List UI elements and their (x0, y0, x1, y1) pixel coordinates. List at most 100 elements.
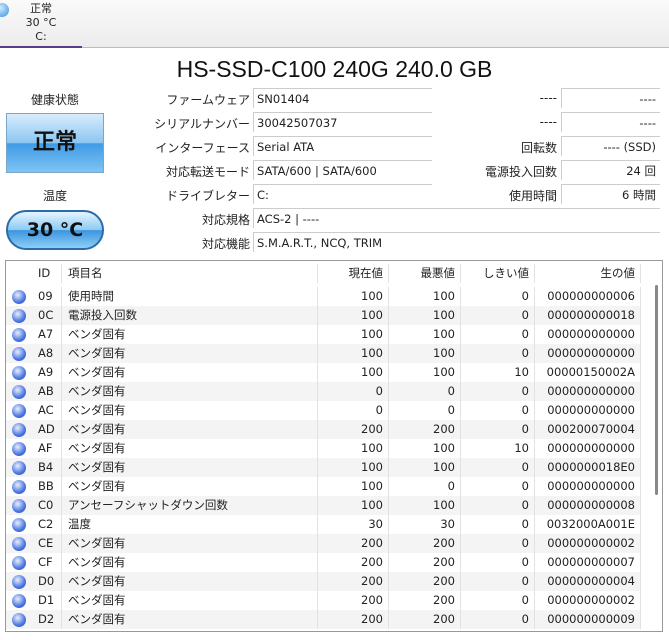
col-worst: 100 (389, 325, 461, 344)
col-id: 0C (33, 306, 62, 325)
col-id-header[interactable]: ID (33, 264, 62, 283)
table-row[interactable]: 0C 電源投入回数 100 100 0 000000000018 (6, 306, 641, 325)
drive-title: HS-SSD-C100 240G 240.0 GB (176, 56, 493, 82)
table-row[interactable]: A9 ベンダ固有 100 100 10 00000150002A (6, 363, 641, 382)
col-name-header[interactable]: 項目名 (63, 264, 318, 283)
col-current: 0 (319, 382, 389, 401)
col-raw: 000000000000 (535, 382, 641, 401)
temperature-badge[interactable]: 30 °C (6, 210, 104, 250)
info-right-value: 24 回 (561, 160, 660, 180)
col-raw: 000000000009 (535, 610, 641, 629)
table-row[interactable]: CE ベンダ固有 200 200 0 000000000002 (6, 534, 641, 553)
col-current: 200 (319, 572, 389, 591)
col-name: ベンダ固有 (63, 325, 318, 344)
info-value: ACS-2 | ---- (253, 208, 660, 228)
info-value: C: (253, 184, 432, 204)
col-id: AC (33, 401, 62, 420)
status-dot-icon (12, 480, 26, 494)
info-right-label: 使用時間 (508, 189, 557, 203)
col-name: ベンダ固有 (63, 572, 318, 591)
col-id: A8 (33, 344, 62, 363)
col-current: 200 (319, 610, 389, 629)
col-worst: 100 (389, 363, 461, 382)
col-worst: 200 (389, 553, 461, 572)
status-dot-icon (12, 499, 26, 513)
col-worst: 30 (389, 515, 461, 534)
col-name: ベンダ固有 (63, 401, 318, 420)
col-worst: 0 (389, 477, 461, 496)
drive-tab-c[interactable]: 正常 30 °C C: (0, 0, 82, 48)
col-id: D0 (33, 572, 62, 591)
table-header: ID 項目名 現在値 最悪値 しきい値 生の値 (6, 264, 641, 283)
col-worst: 200 (389, 610, 461, 629)
col-current: 0 (319, 401, 389, 420)
col-threshold: 0 (461, 287, 535, 306)
col-worst: 100 (389, 287, 461, 306)
table-row[interactable]: C2 温度 30 30 0 0032000A001E (6, 515, 641, 534)
temp-label: 温度 (42, 189, 67, 203)
col-threshold: 0 (461, 458, 535, 477)
col-name: ベンダ固有 (63, 553, 318, 572)
col-raw: 000000000000 (535, 325, 641, 344)
table-row[interactable]: AB ベンダ固有 0 0 0 000000000000 (6, 382, 641, 401)
col-name: ベンダ固有 (63, 477, 318, 496)
col-name: ベンダ固有 (63, 610, 318, 629)
status-dot-icon (12, 290, 26, 304)
col-worst: 100 (389, 458, 461, 477)
table-row[interactable]: BB ベンダ固有 100 0 0 000000000000 (6, 477, 641, 496)
col-id: D2 (33, 610, 62, 629)
table-row[interactable]: A8 ベンダ固有 100 100 0 000000000000 (6, 344, 641, 363)
col-name: ベンダ固有 (63, 363, 318, 382)
status-dot-icon (12, 556, 26, 570)
col-name: ベンダ固有 (63, 344, 318, 363)
col-threshold: 0 (461, 420, 535, 439)
col-id: A9 (33, 363, 62, 382)
col-raw: 000000000018 (535, 306, 641, 325)
col-current-header[interactable]: 現在値 (319, 264, 389, 283)
status-dot-icon (12, 328, 26, 342)
col-threshold: 0 (461, 325, 535, 344)
col-id: C0 (33, 496, 62, 515)
col-name: ベンダ固有 (63, 420, 318, 439)
table-row[interactable]: A7 ベンダ固有 100 100 0 000000000000 (6, 325, 641, 344)
col-raw: 000000000000 (535, 439, 641, 458)
table-row[interactable]: 09 使用時間 100 100 0 000000000006 (6, 287, 641, 306)
col-current: 100 (319, 306, 389, 325)
col-current: 200 (319, 420, 389, 439)
status-dot-icon (12, 309, 26, 323)
col-threshold: 0 (461, 344, 535, 363)
table-row[interactable]: AF ベンダ固有 100 100 10 000000000000 (6, 439, 641, 458)
col-current: 200 (319, 534, 389, 553)
col-worst-header[interactable]: 最悪値 (389, 264, 461, 283)
info-right-label: ---- (539, 115, 557, 129)
health-label: 健康状態 (30, 93, 79, 107)
col-worst: 0 (389, 401, 461, 420)
status-dot-icon (12, 461, 26, 475)
health-status-button[interactable]: 正常 (6, 113, 104, 173)
table-row[interactable]: B4 ベンダ固有 100 100 0 0000000018E0 (6, 458, 641, 477)
table-row[interactable]: AD ベンダ固有 200 200 0 000200070004 (6, 420, 641, 439)
col-threshold-header[interactable]: しきい値 (461, 264, 535, 283)
col-id: CF (33, 553, 62, 572)
col-worst: 100 (389, 496, 461, 515)
table-row[interactable]: D2 ベンダ固有 200 200 0 000000000009 (6, 610, 641, 629)
table-row[interactable]: AC ベンダ固有 0 0 0 000000000000 (6, 401, 641, 420)
table-row[interactable]: D1 ベンダ固有 200 200 0 000000000002 (6, 591, 641, 610)
col-raw: 000000000008 (535, 496, 641, 515)
table-row[interactable]: D0 ベンダ固有 200 200 0 000000000004 (6, 572, 641, 591)
info-label: 対応規格 (201, 213, 250, 227)
status-dot-icon (12, 594, 26, 608)
col-id: 09 (33, 287, 62, 306)
col-name: 電源投入回数 (63, 306, 318, 325)
info-label: ファームウェア (166, 93, 250, 107)
info-right-label: ---- (539, 91, 557, 105)
scrollbar[interactable] (655, 285, 658, 495)
info-label: ドライブレター (165, 189, 250, 203)
info-value: SN01404 (253, 88, 432, 108)
col-raw-header[interactable]: 生の値 (535, 264, 641, 283)
col-id: AF (33, 439, 62, 458)
table-row[interactable]: C0 アンセーフシャットダウン回数 100 100 0 000000000008 (6, 496, 641, 515)
table-row[interactable]: CF ベンダ固有 200 200 0 000000000007 (6, 553, 641, 572)
info-value: SATA/600 | SATA/600 (253, 160, 432, 180)
col-raw: 000000000000 (535, 401, 641, 420)
